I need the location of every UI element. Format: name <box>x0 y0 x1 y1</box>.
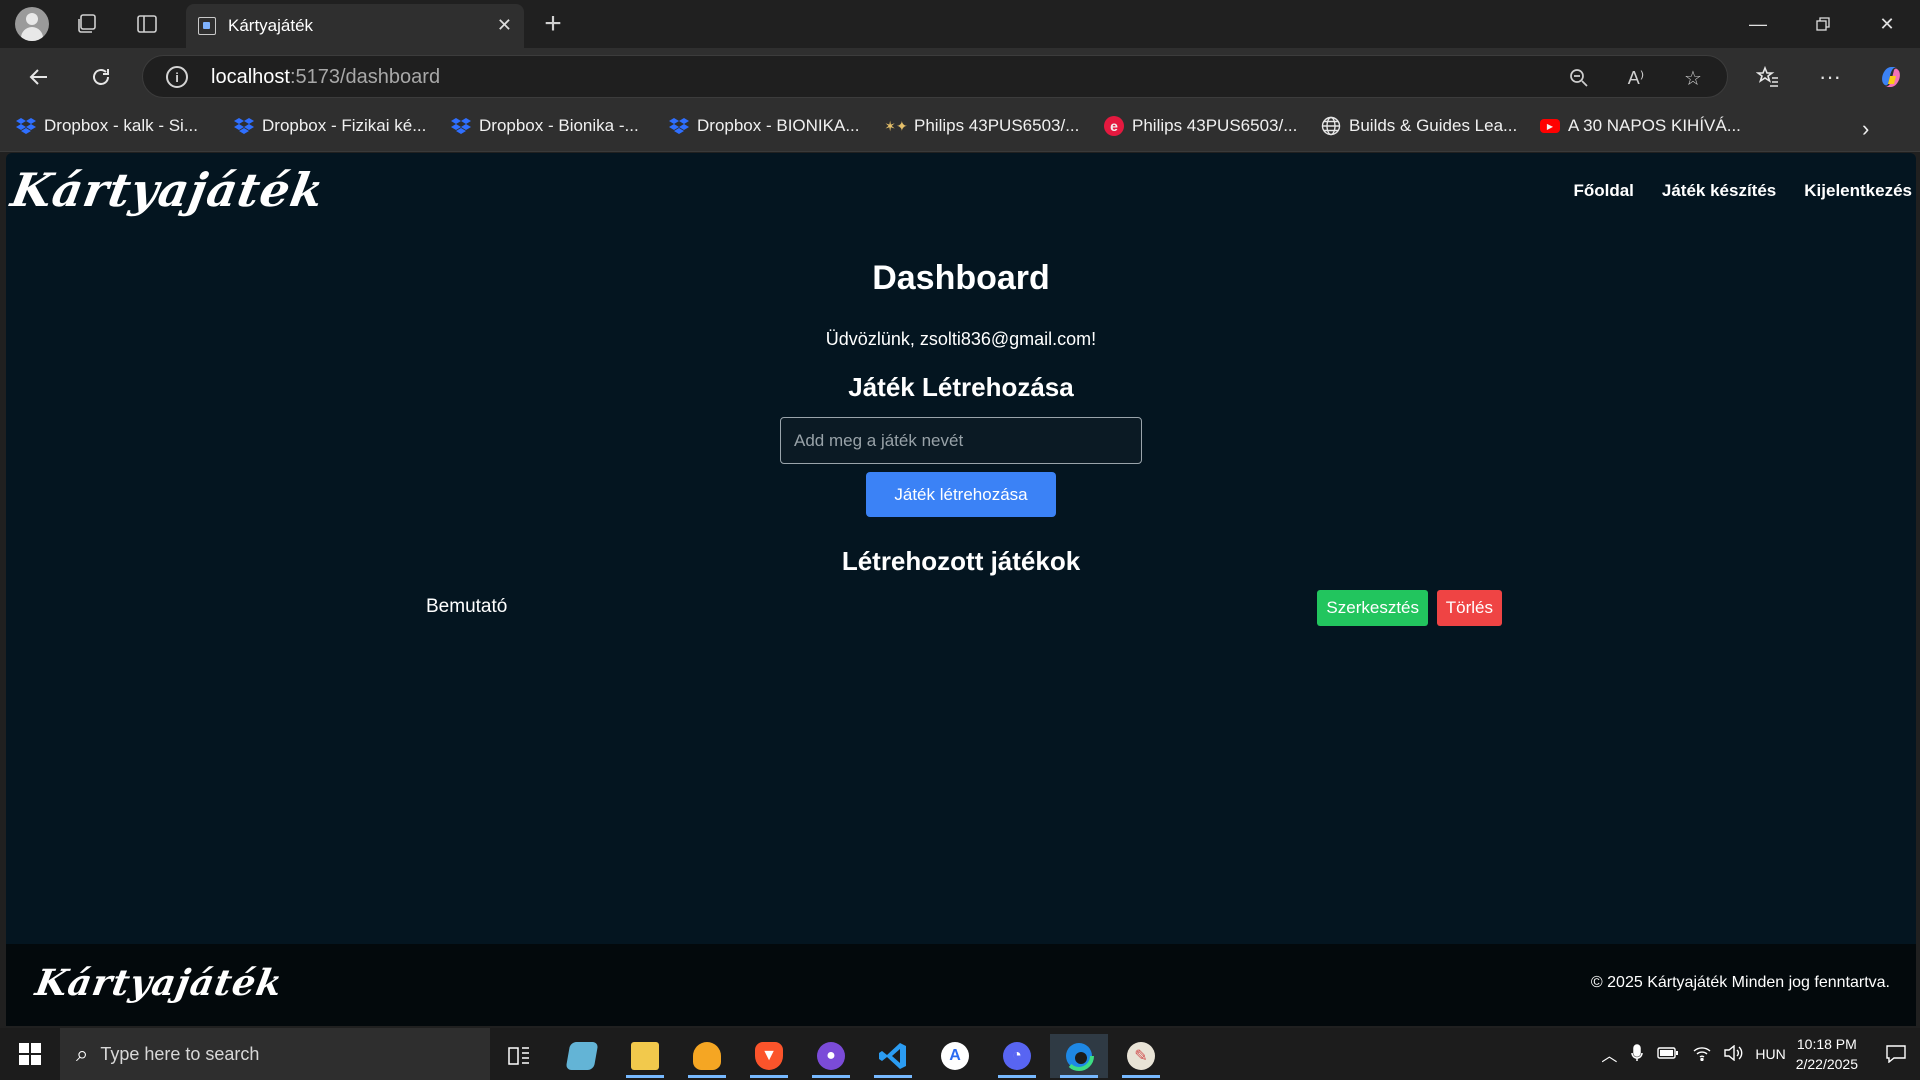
bookmark-label: Philips 43PUS6503/... <box>914 116 1080 135</box>
system-tray: ︿ HUN 10:18 PM 2/22/2025 <box>1601 1028 1920 1080</box>
clock-date: 2/22/2025 <box>1795 1056 1858 1072</box>
address-bar[interactable]: i localhost:5173/dashboard A⁾ ☆ <box>142 55 1728 98</box>
taskbar-search-placeholder: Type here to search <box>100 1043 260 1064</box>
active-tab[interactable]: Kártyajáték ✕ <box>186 4 524 48</box>
brave-browser-icon[interactable]: ▼ <box>740 1034 798 1078</box>
stars-icon: ✶✦ <box>884 117 908 134</box>
input-language[interactable]: HUN <box>1755 1046 1785 1062</box>
bookmark-item[interactable]: Dropbox - kalk - Si... <box>16 116 198 136</box>
system-clock[interactable]: 10:18 PM 2/22/2025 <box>1796 1034 1858 1074</box>
edge-browser-icon[interactable] <box>1050 1034 1108 1078</box>
orange-app-icon[interactable] <box>678 1034 736 1078</box>
dropbox-icon <box>451 116 471 136</box>
github-desktop-icon[interactable]: ● <box>802 1034 860 1078</box>
a-app-icon[interactable]: A <box>926 1034 984 1078</box>
site-header: Kártyajáték Főoldal Játék készítés Kijel… <box>6 153 1916 235</box>
bookmark-item[interactable]: ▶ A 30 NAPOS KIHÍVÁ... <box>1540 116 1741 136</box>
url-path: :5173/dashboard <box>289 66 441 88</box>
bookmark-label: A 30 NAPOS KIHÍVÁ... <box>1568 116 1741 135</box>
bookmark-item[interactable]: Builds & Guides Lea... <box>1321 116 1517 136</box>
page-favicon-icon <box>198 17 216 35</box>
game-name-input[interactable] <box>780 417 1142 464</box>
bookmark-item[interactable]: e Philips 43PUS6503/... <box>1104 116 1297 136</box>
page-title: Dashboard <box>872 259 1050 297</box>
bookmarks-bar: Dropbox - kalk - Si... Dropbox - Fizikai… <box>0 104 1920 152</box>
chevron-right-icon[interactable]: › <box>1862 116 1869 142</box>
more-options-icon[interactable]: ··· <box>1813 60 1847 94</box>
site-logo[interactable]: Kártyajáték <box>7 163 328 217</box>
footer-copyright: © 2025 Kártyajáték Minden jog fenntartva… <box>1590 974 1890 991</box>
nav-link-logout[interactable]: Kijelentkezés <box>1804 181 1912 201</box>
bookmark-label: Philips 43PUS6503/... <box>1132 116 1298 135</box>
globe-icon <box>1321 116 1341 136</box>
close-window-icon[interactable]: ✕ <box>1864 6 1910 42</box>
paint-icon[interactable]: ✎ <box>1112 1034 1170 1078</box>
clock-time: 10:18 PM <box>1796 1036 1857 1052</box>
bookmark-label: Dropbox - kalk - Si... <box>44 116 198 135</box>
created-games-heading: Létrehozott játékok <box>841 546 1081 576</box>
browser-titlebar: Kártyajáték ✕ + — ✕ <box>0 0 1920 48</box>
volume-icon[interactable] <box>1723 1044 1743 1064</box>
vscode-icon[interactable] <box>864 1034 922 1078</box>
vertical-tabs-icon[interactable] <box>132 9 162 39</box>
edit-game-button[interactable]: Szerkesztés <box>1317 590 1428 626</box>
zoom-out-icon[interactable] <box>1566 65 1592 91</box>
windows-start-icon[interactable] <box>0 1028 60 1080</box>
taskbar-search[interactable]: ⌕ Type here to search <box>60 1028 490 1080</box>
read-aloud-icon[interactable]: A⁾ <box>1623 65 1649 91</box>
show-hidden-icons-chevron-icon[interactable]: ︿ <box>1601 1042 1617 1066</box>
back-icon[interactable] <box>22 60 56 94</box>
discord-icon[interactable]: ◔ <box>988 1034 1046 1078</box>
game-list-item: Bemutató Szerkesztés Törlés <box>426 590 1502 626</box>
site-nav: Főoldal Játék készítés Kijelentkezés <box>1573 181 1912 201</box>
search-icon: ⌕ <box>76 1041 89 1066</box>
bookmark-label: Dropbox - BIONIKA... <box>697 116 860 135</box>
file-explorer-icon[interactable] <box>616 1034 674 1078</box>
site-footer: Kártyajáték © 2025 Kártyajáték Minden jo… <box>6 944 1916 1026</box>
bookmark-item[interactable]: Dropbox - BIONIKA... <box>669 116 860 136</box>
profile-avatar-icon[interactable] <box>15 7 49 41</box>
refresh-icon[interactable] <box>84 60 118 94</box>
restore-icon[interactable] <box>1800 6 1846 42</box>
dropbox-icon <box>669 116 689 136</box>
bookmark-label: Builds & Guides Lea... <box>1349 116 1518 135</box>
battery-icon[interactable] <box>1657 1046 1679 1063</box>
wifi-icon[interactable] <box>1693 1045 1711 1064</box>
youtube-icon: ▶ <box>1540 116 1560 136</box>
task-view-icon[interactable] <box>490 1034 548 1078</box>
create-game-button[interactable]: Játék létrehozása <box>866 472 1056 517</box>
dropbox-icon <box>16 116 36 136</box>
favorite-star-icon[interactable]: ☆ <box>1680 65 1706 91</box>
browser-toolbar: i localhost:5173/dashboard A⁾ ☆ ··· <box>0 48 1920 104</box>
windows-taskbar: ⌕ Type here to search ▼ ● A ◔ ✎ ︿ HUN 10… <box>0 1028 1920 1080</box>
tab-title: Kártyajáték <box>228 16 314 35</box>
game-name: Bemutató <box>426 596 508 617</box>
delete-game-button[interactable]: Törlés <box>1436 590 1502 626</box>
bookmark-label: Dropbox - Bionika -... <box>479 116 639 135</box>
e-logo-icon: e <box>1104 116 1124 136</box>
create-game-heading: Játék Létrehozása <box>848 372 1074 402</box>
url-host: localhost <box>211 66 290 88</box>
close-tab-icon[interactable]: ✕ <box>497 15 512 36</box>
footer-logo: Kártyajáték <box>32 962 286 1004</box>
workspaces-icon[interactable] <box>72 9 102 39</box>
welcome-text: Üdvözlünk, zsolti836@gmail.com! <box>825 329 1097 349</box>
nav-link-create-game[interactable]: Játék készítés <box>1662 181 1776 201</box>
nav-link-home[interactable]: Főoldal <box>1573 181 1633 201</box>
minimize-icon[interactable]: — <box>1735 6 1781 42</box>
bookmark-item[interactable]: Dropbox - Fizikai ké... <box>234 116 426 136</box>
dropbox-icon <box>234 116 254 136</box>
site-info-icon[interactable]: i <box>166 66 188 88</box>
bookmark-item[interactable]: Dropbox - Bionika -... <box>451 116 639 136</box>
new-tab-icon[interactable]: + <box>538 7 568 40</box>
bookmark-label: Dropbox - Fizikai ké... <box>262 116 427 135</box>
notepad-icon[interactable] <box>553 1034 611 1078</box>
bookmark-item[interactable]: ✶✦ Philips 43PUS6503/... <box>884 116 1080 136</box>
page-viewport: Kártyajáték Főoldal Játék készítés Kijel… <box>6 153 1916 1026</box>
microphone-icon[interactable] <box>1631 1043 1644 1065</box>
notifications-icon[interactable] <box>1872 1045 1920 1063</box>
copilot-icon[interactable] <box>1874 60 1908 94</box>
favorites-icon[interactable] <box>1751 60 1785 94</box>
